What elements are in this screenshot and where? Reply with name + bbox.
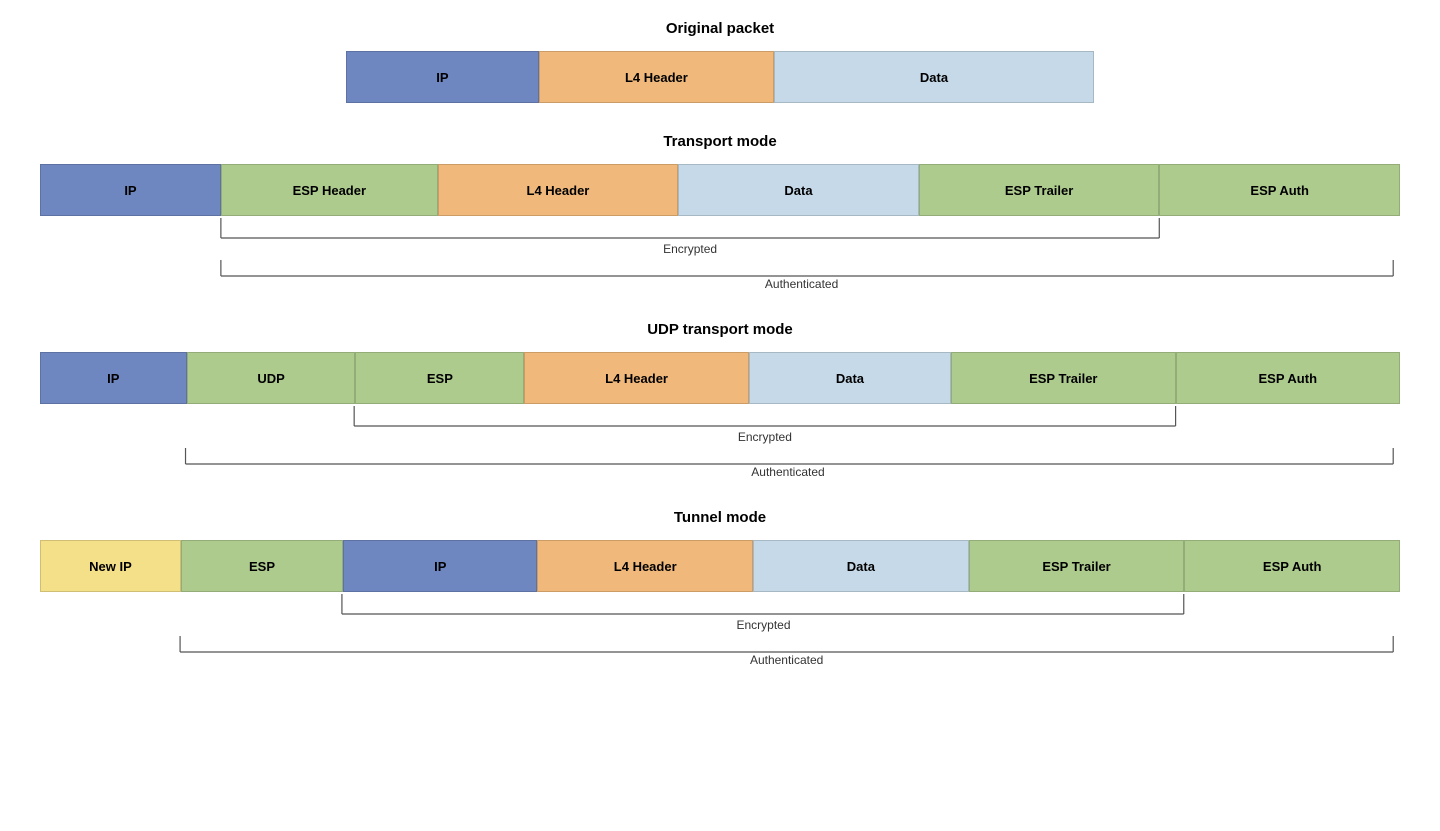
tr-espa-cell: ESP Auth [1159, 164, 1400, 216]
tun-espa-cell: ESP Auth [1184, 540, 1400, 592]
udp-transport-section: UDP transport mode IP UDP ESP L4 Header … [40, 321, 1400, 479]
orig-ip-cell: IP [346, 51, 539, 103]
udp-udp-cell: UDP [187, 352, 356, 404]
tunnel-mode-brackets: Encrypted Authenticated [40, 592, 1400, 667]
tunnel-mode-title: Tunnel mode [40, 509, 1400, 526]
tr-l4-cell: L4 Header [438, 164, 679, 216]
svg-text:Encrypted: Encrypted [663, 242, 717, 256]
tun-l4-cell: L4 Header [537, 540, 753, 592]
udp-espt-cell: ESP Trailer [951, 352, 1175, 404]
orig-l4-cell: L4 Header [539, 51, 774, 103]
udp-l4-cell: L4 Header [524, 352, 748, 404]
transport-mode-title: Transport mode [40, 133, 1400, 150]
transport-mode-brackets: Encrypted Authenticated [40, 216, 1400, 291]
udp-transport-row: IP UDP ESP L4 Header Data ESP Trailer ES… [40, 352, 1400, 404]
tunnel-mode-row: New IP ESP IP L4 Header Data ESP Trailer… [40, 540, 1400, 592]
udp-data-cell: Data [749, 352, 951, 404]
transport-mode-row: IP ESP Header L4 Header Data ESP Trailer… [40, 164, 1400, 216]
udp-espa-cell: ESP Auth [1176, 352, 1400, 404]
tr-ip-cell: IP [40, 164, 221, 216]
svg-text:Authenticated: Authenticated [751, 465, 824, 479]
transport-mode-container: IP ESP Header L4 Header Data ESP Trailer… [40, 164, 1400, 291]
svg-text:Authenticated: Authenticated [765, 277, 838, 291]
original-packet-section: Original packet IP L4 Header Data [40, 20, 1400, 103]
original-packet-title: Original packet [40, 20, 1400, 37]
udp-transport-container: IP UDP ESP L4 Header Data ESP Trailer ES… [40, 352, 1400, 479]
svg-text:Encrypted: Encrypted [737, 618, 791, 632]
tun-data-cell: Data [753, 540, 969, 592]
original-packet-row: IP L4 Header Data [346, 51, 1094, 103]
original-packet-wrapper: IP L4 Header Data [40, 51, 1400, 103]
tun-espt-cell: ESP Trailer [969, 540, 1185, 592]
udp-esp-cell: ESP [355, 352, 524, 404]
svg-text:Authenticated: Authenticated [750, 653, 823, 667]
tunnel-mode-section: Tunnel mode New IP ESP IP L4 Header Data… [40, 509, 1400, 667]
svg-text:Encrypted: Encrypted [738, 430, 792, 444]
orig-data-cell: Data [774, 51, 1094, 103]
tr-espt-cell: ESP Trailer [919, 164, 1160, 216]
tun-esp-cell: ESP [181, 540, 343, 592]
tr-esph-cell: ESP Header [221, 164, 438, 216]
tun-ip-cell: IP [343, 540, 537, 592]
tunnel-mode-container: New IP ESP IP L4 Header Data ESP Trailer… [40, 540, 1400, 667]
udp-ip-cell: IP [40, 352, 187, 404]
tun-newip-cell: New IP [40, 540, 181, 592]
tr-data-cell: Data [678, 164, 919, 216]
udp-transport-brackets: Encrypted Authenticated [40, 404, 1400, 479]
transport-mode-section: Transport mode IP ESP Header L4 Header D… [40, 133, 1400, 291]
udp-transport-title: UDP transport mode [40, 321, 1400, 338]
